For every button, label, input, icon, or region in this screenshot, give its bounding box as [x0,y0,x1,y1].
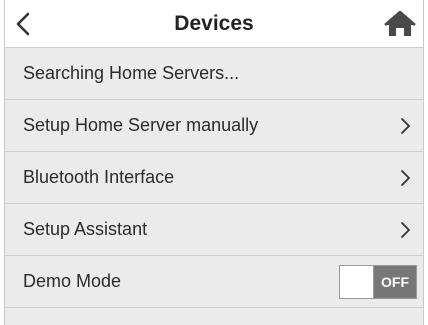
devices-screen: Devices Searching Home Servers... Setup … [4,0,424,325]
list-item-label: Setup Home Server manually [23,115,259,135]
toggle-knob [340,266,374,298]
toggle-state-label: OFF [381,274,409,290]
list-item-setup-home-server-manually[interactable]: Setup Home Server manually [5,100,423,152]
chevron-right-icon [401,222,410,238]
demo-mode-toggle[interactable]: OFF [339,265,417,299]
chevron-right-icon [401,118,410,134]
list-item-label: Demo Mode [23,271,122,291]
page-title: Devices [174,12,254,35]
header-bar: Devices [5,0,423,48]
list-item-label: Bluetooth Interface [23,167,175,187]
list-item-demo-mode: Demo Mode OFF [5,256,423,308]
home-icon[interactable] [383,10,417,38]
list-item-searching-home-servers: Searching Home Servers... [5,48,423,100]
list-item-label: Searching Home Servers... [23,63,240,83]
chevron-right-icon [401,170,410,186]
list-item-setup-assistant[interactable]: Setup Assistant [5,204,423,256]
list-item-bluetooth-interface[interactable]: Bluetooth Interface [5,152,423,204]
list-item-label: Setup Assistant [23,219,148,239]
